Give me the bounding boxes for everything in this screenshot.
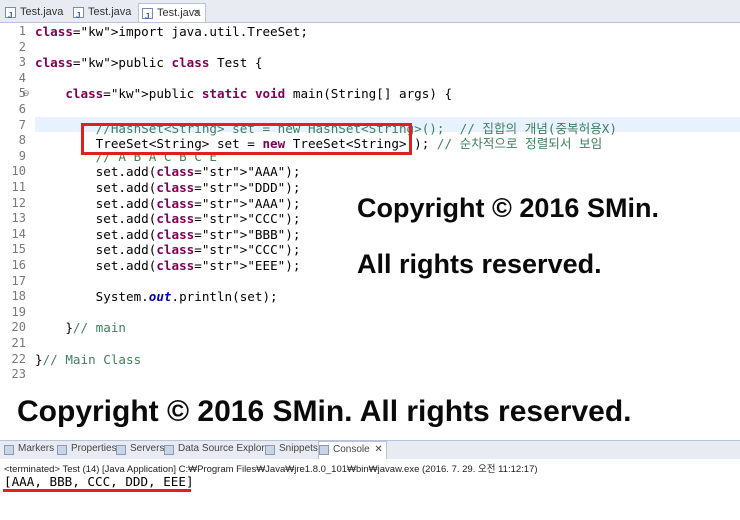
code-line[interactable]: set.add(class="str">"AAA"); bbox=[35, 196, 301, 211]
line-number: 6 bbox=[18, 102, 26, 116]
tab-label: Properties bbox=[71, 443, 117, 454]
java-file-icon bbox=[142, 7, 153, 26]
code-line[interactable]: System.out.println(set); bbox=[35, 289, 278, 304]
code-line[interactable]: set.add(class="str">"CCC"); bbox=[35, 211, 301, 226]
tab-label: Console bbox=[333, 444, 370, 455]
console-icon bbox=[319, 445, 329, 455]
properties-icon bbox=[57, 445, 67, 455]
code-line[interactable]: }// main bbox=[35, 320, 126, 335]
line-number: 10 bbox=[11, 164, 26, 179]
markers-icon bbox=[4, 445, 14, 455]
line-number: 19 bbox=[11, 304, 26, 319]
code-line[interactable]: class="kw">public static void main(Strin… bbox=[35, 86, 452, 101]
code-line[interactable]: }// Main Class bbox=[35, 352, 141, 367]
line-number: 1 bbox=[18, 24, 26, 38]
line-number: 13 bbox=[11, 211, 26, 226]
tab-test-java-3[interactable]: Test.java ✕ bbox=[138, 3, 206, 26]
watermark-line-1: Copyright © 2016 SMin. bbox=[357, 193, 659, 223]
tab-properties[interactable]: Properties bbox=[57, 443, 117, 455]
line-number: 21 bbox=[11, 336, 26, 350]
snippets-icon bbox=[265, 445, 275, 455]
code-line[interactable]: set.add(class="str">"EEE"); bbox=[35, 258, 301, 273]
code-line[interactable]: set.add(class="str">"BBB"); bbox=[35, 227, 301, 242]
tab-label: Markers bbox=[18, 443, 55, 454]
line-number: 22 bbox=[11, 351, 26, 366]
java-file-icon bbox=[73, 6, 84, 25]
editor-tab-bar: Test.java Test.java Test.java ✕ bbox=[0, 0, 740, 26]
code-line[interactable]: set.add(class="str">"CCC"); bbox=[35, 242, 301, 257]
bottom-panel-tab-bar: Markers Properties Servers Data Source E… bbox=[0, 440, 740, 460]
watermark-line-3: Copyright © 2016 SMin. All rights reserv… bbox=[17, 395, 632, 428]
line-number: 2 bbox=[18, 39, 26, 54]
line-number: 7 bbox=[18, 117, 26, 132]
tab-label: Test.java bbox=[20, 6, 64, 18]
servers-icon bbox=[116, 445, 126, 455]
code-line[interactable]: class="kw">public class Test { bbox=[35, 55, 263, 70]
close-icon[interactable]: ✕ bbox=[193, 4, 201, 23]
output-underline bbox=[3, 489, 191, 492]
close-icon[interactable]: ✕ bbox=[374, 442, 382, 458]
tab-servers[interactable]: Servers bbox=[116, 443, 165, 455]
line-number: 3 bbox=[18, 55, 26, 70]
line-number: 8 bbox=[18, 133, 26, 148]
line-number: 9 bbox=[18, 148, 26, 163]
line-number: 20 bbox=[11, 320, 26, 335]
tab-test-java-2[interactable]: Test.java bbox=[70, 3, 136, 25]
tab-console[interactable]: Console ✕ bbox=[318, 441, 387, 460]
line-number: 23 bbox=[11, 367, 26, 382]
tab-label: Servers bbox=[130, 443, 165, 454]
line-number-gutter: 1 2 3 4 5 6 7 8 9 10 11 12 13 14 15 16 17 18 19 20 21 22 23 bbox=[0, 23, 30, 435]
terminated-status: <terminated> Test (14) [Java Application… bbox=[4, 464, 538, 475]
line-number: 18 bbox=[11, 289, 26, 304]
line-number: 15 bbox=[11, 242, 26, 257]
line-number: 14 bbox=[11, 226, 26, 241]
code-line[interactable]: class="kw">import java.util.TreeSet; bbox=[35, 24, 308, 39]
code-line[interactable]: set.add(class="str">"AAA"); bbox=[35, 164, 301, 179]
line-number: 11 bbox=[11, 180, 26, 194]
java-file-icon bbox=[5, 6, 16, 25]
tab-label: Test.java bbox=[88, 6, 132, 18]
line-number: 17 bbox=[11, 273, 26, 288]
line-number: 4 bbox=[18, 70, 26, 85]
tab-label: Snippets bbox=[279, 443, 318, 454]
tab-label: Data Source Explorer bbox=[178, 443, 274, 454]
highlight-box bbox=[81, 123, 412, 155]
tab-test-java-1[interactable]: Test.java bbox=[2, 3, 68, 25]
code-line[interactable]: set.add(class="str">"DDD"); bbox=[35, 180, 301, 195]
tab-markers[interactable]: Markers bbox=[4, 443, 55, 455]
data-source-icon bbox=[164, 445, 174, 455]
tab-snippets[interactable]: Snippets bbox=[265, 443, 318, 455]
line-number: 16 bbox=[11, 258, 26, 272]
tab-data-source-explorer[interactable]: Data Source Explorer bbox=[164, 443, 274, 455]
watermark-line-2: All rights reserved. bbox=[357, 249, 602, 279]
fold-collapse-icon[interactable]: ⊖ bbox=[22, 88, 30, 99]
code-editor[interactable]: 1 2 3 4 5 6 7 8 9 10 11 12 13 14 15 16 17 18 19 20 21 22 23 cl… bbox=[0, 23, 740, 435]
line-number: 12 bbox=[11, 195, 26, 210]
console-output: [AAA, BBB, CCC, DDD, EEE] bbox=[4, 474, 194, 489]
